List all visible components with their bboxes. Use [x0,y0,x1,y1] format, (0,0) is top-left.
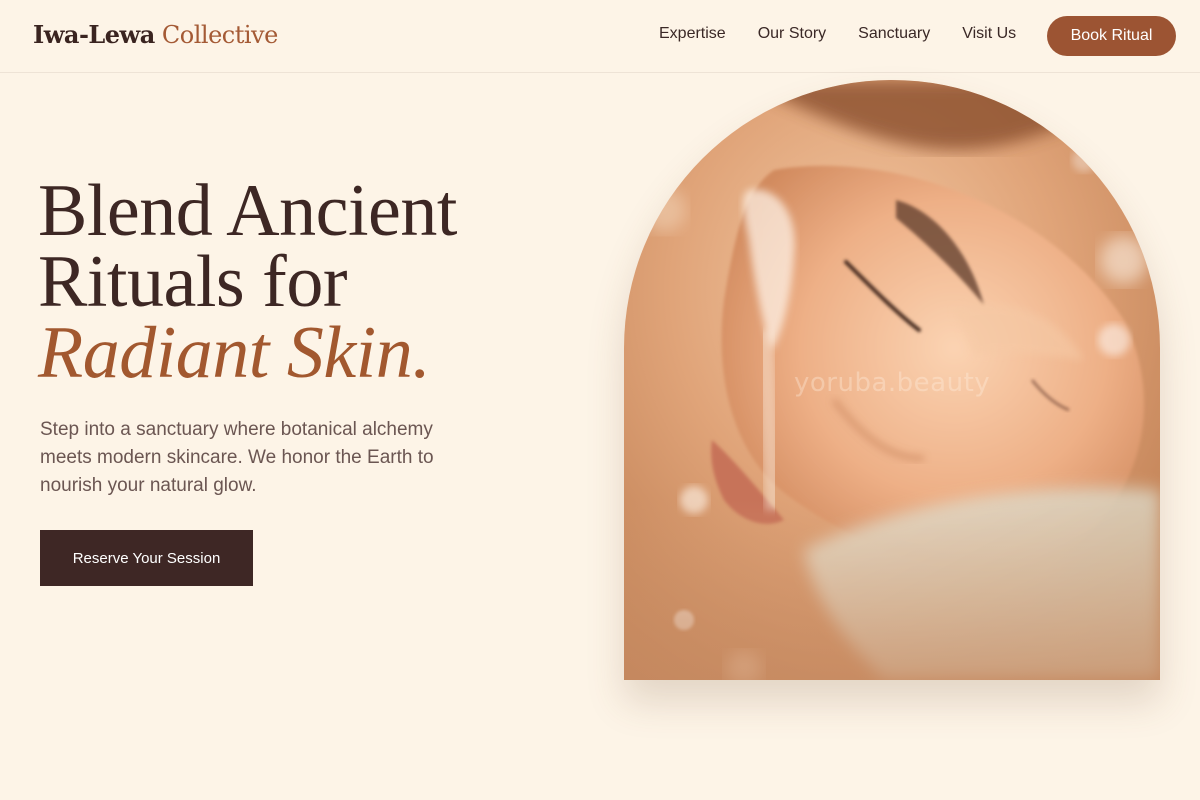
hero-arch-image: yoruba.beauty [624,80,1160,680]
nav-link-visit-us[interactable]: Visit Us [962,25,1016,43]
reserve-session-button[interactable]: Reserve Your Session [40,530,253,586]
hero-title: Blend Ancient Rituals for Radiant Skin. [38,170,457,394]
nav-links: Expertise Our Story Sanctuary Visit Us [659,25,1016,43]
brand-logo[interactable]: Iwa-Lewa Collective [33,20,278,49]
hero-title-accent: Radiant Skin. [38,312,431,394]
brand-name-accent: Collective [161,21,278,49]
nav-link-expertise[interactable]: Expertise [659,25,726,43]
hero-subtitle: Step into a sanctuary where botanical al… [40,419,434,496]
brand-name: Iwa-Lewa [33,20,155,49]
book-ritual-button[interactable]: Book Ritual [1047,16,1176,56]
image-watermark: yoruba.beauty [794,368,991,398]
nav-link-sanctuary[interactable]: Sanctuary [858,25,930,43]
hero-title-line-2: Rituals for [38,241,347,323]
nav-link-our-story[interactable]: Our Story [758,25,826,43]
hero-title-line-1: Blend Ancient [38,170,457,252]
top-navbar: Iwa-Lewa Collective Expertise Our Story … [0,0,1200,73]
